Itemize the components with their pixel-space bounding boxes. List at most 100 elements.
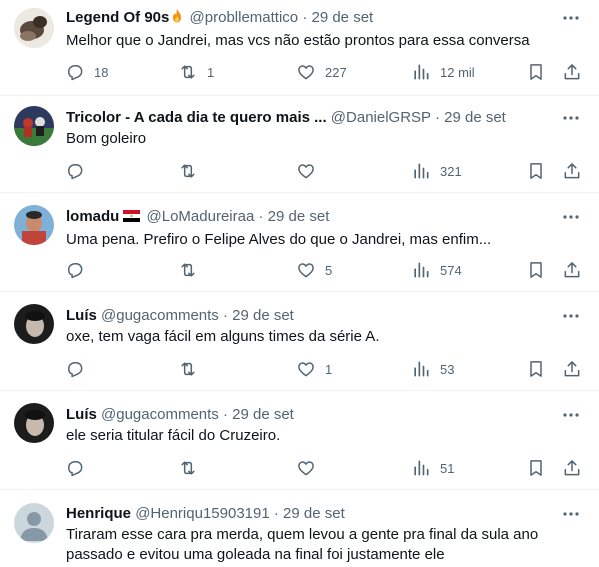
avatar[interactable] [14, 503, 54, 543]
tweet[interactable]: Tricolor - A cada dia te quero mais ... … [0, 96, 599, 193]
tweet-date[interactable]: 29 de set [268, 208, 330, 225]
views-chart-icon [414, 361, 429, 377]
like-button[interactable]: 5 [296, 258, 332, 282]
tweet[interactable]: lomadu @LoMadureiraa · 29 de set Uma pen… [0, 193, 599, 292]
bookmark-button[interactable] [526, 60, 546, 84]
like-button[interactable]: 227 [296, 60, 347, 84]
avatar[interactable] [14, 304, 54, 344]
heart-icon [298, 263, 314, 278]
bookmark-button[interactable] [526, 258, 546, 282]
tweet-header: Tricolor - A cada dia te quero mais ... … [66, 108, 559, 127]
views-chart-icon [414, 163, 429, 179]
views-button[interactable]: 321 [411, 159, 462, 183]
retweet-icon [181, 164, 195, 178]
tweet-header: Luís @gugacomments · 29 de set [66, 306, 559, 325]
display-name[interactable]: Henrique [66, 505, 131, 522]
tweet-text: Bom goleiro [66, 130, 147, 147]
heart-icon [298, 461, 314, 476]
like-button[interactable] [296, 159, 325, 183]
bookmark-button[interactable] [526, 456, 546, 480]
reply-button[interactable] [65, 159, 94, 183]
tweet-actions: 51 [56, 456, 586, 480]
heart-icon [298, 164, 314, 179]
reply-button[interactable] [65, 258, 94, 282]
display-name[interactable]: Luís [66, 307, 97, 324]
user-handle[interactable]: @LoMadureiraa [147, 208, 255, 225]
display-name[interactable]: lomadu [66, 208, 119, 225]
share-button[interactable] [562, 258, 582, 282]
like-button[interactable] [296, 456, 325, 480]
share-button[interactable] [562, 159, 582, 183]
reply-button[interactable] [65, 456, 94, 480]
avatar[interactable] [14, 8, 54, 48]
tweet-date[interactable]: 29 de set [283, 505, 345, 522]
views-button[interactable]: 574 [411, 258, 462, 282]
avatar[interactable] [14, 205, 54, 245]
more-options-icon[interactable] [561, 504, 581, 524]
retweet-icon [181, 263, 195, 277]
views-button[interactable]: 53 [411, 357, 454, 381]
reply-icon [68, 164, 83, 180]
share-button[interactable] [562, 60, 582, 84]
tweet[interactable]: Luís @gugacomments · 29 de set oxe, tem … [0, 292, 599, 391]
reply-feed: Legend Of 90s @probllemattico · 29 de se… [0, 0, 599, 567]
retweet-icon [181, 362, 195, 376]
egypt-flag-icon [123, 210, 141, 222]
user-handle[interactable]: @gugacomments [101, 406, 219, 423]
retweet-count: 1 [207, 64, 215, 80]
views-count: 51 [440, 460, 455, 476]
retweet-icon [181, 461, 195, 475]
retweet-button[interactable]: 1 [178, 60, 214, 84]
tweet[interactable]: Henrique @Henriqu15903191 · 29 de set Ti… [0, 490, 599, 567]
tweet-header: Luís @gugacomments · 29 de set [66, 405, 559, 424]
fire-icon [169, 8, 185, 24]
separator-dot: · [222, 406, 228, 423]
tweet[interactable]: Luís @gugacomments · 29 de set ele seria… [0, 391, 599, 490]
more-options-icon[interactable] [561, 207, 581, 227]
reply-icon [68, 461, 83, 477]
like-button[interactable]: 1 [296, 357, 332, 381]
more-options-icon[interactable] [561, 405, 581, 425]
more-options-icon[interactable] [561, 8, 581, 28]
display-name[interactable]: Luís [66, 406, 97, 423]
like-count: 5 [325, 262, 333, 278]
tweet-header: lomadu @LoMadureiraa · 29 de set [66, 207, 559, 226]
bookmark-icon [530, 460, 542, 476]
tweet-text: Melhor que o Jandrei, mas vcs não estão … [66, 32, 530, 49]
tweet-text: ele seria titular fácil do Cruzeiro. [66, 427, 281, 444]
retweet-button[interactable] [178, 258, 207, 282]
more-options-icon[interactable] [561, 306, 581, 326]
share-button[interactable] [562, 357, 582, 381]
retweet-button[interactable] [178, 357, 207, 381]
views-button[interactable]: 12 mil [411, 60, 475, 84]
display-name[interactable]: Tricolor - A cada dia te quero mais ... [66, 109, 327, 126]
user-handle[interactable]: @Henriqu15903191 [135, 505, 270, 522]
tweet-date[interactable]: 29 de set [232, 307, 294, 324]
more-options-icon[interactable] [561, 108, 581, 128]
reply-button[interactable]: 18 [65, 60, 108, 84]
tweet-date[interactable]: 29 de set [232, 406, 294, 423]
tweet-actions: 5 574 [56, 258, 586, 282]
user-handle[interactable]: @probllemattico [190, 9, 299, 26]
views-count: 12 mil [440, 64, 475, 80]
tweet-text: Tiraram esse cara pra merda, quem levou … [66, 526, 539, 563]
user-handle[interactable]: @DanielGRSP [331, 109, 431, 126]
user-handle[interactable]: @gugacomments [101, 307, 219, 324]
retweet-button[interactable] [178, 456, 207, 480]
tweet-date[interactable]: 29 de set [444, 109, 506, 126]
views-count: 574 [440, 262, 462, 278]
bookmark-button[interactable] [526, 357, 546, 381]
tweet-date[interactable]: 29 de set [311, 9, 373, 26]
avatar[interactable] [14, 403, 54, 443]
display-name[interactable]: Legend Of 90s [66, 9, 169, 26]
share-button[interactable] [562, 456, 582, 480]
reply-icon [68, 65, 83, 81]
tweet[interactable]: Legend Of 90s @probllemattico · 29 de se… [0, 0, 599, 96]
tweet-text: oxe, tem vaga fácil em alguns times da s… [66, 328, 380, 345]
retweet-button[interactable] [178, 159, 207, 183]
avatar[interactable] [14, 106, 54, 146]
reply-button[interactable] [65, 357, 94, 381]
bookmark-button[interactable] [526, 159, 546, 183]
views-button[interactable]: 51 [411, 456, 454, 480]
views-chart-icon [414, 262, 429, 278]
